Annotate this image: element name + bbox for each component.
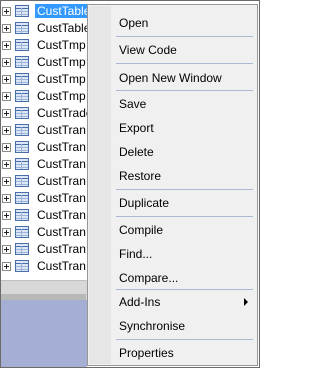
menu-item-add-ins[interactable]: Add-Ins xyxy=(119,295,160,309)
menu-separator xyxy=(116,63,253,64)
expand-icon[interactable] xyxy=(2,211,11,220)
menu-item-duplicate[interactable]: Duplicate xyxy=(119,196,169,210)
tree-node-label: CustTran xyxy=(37,174,86,188)
tree-node-label: CustTran xyxy=(37,140,86,154)
table-icon xyxy=(15,260,29,272)
tree-node[interactable]: CustTran xyxy=(1,224,87,241)
menu-item-open-new-window[interactable]: Open New Window xyxy=(119,71,222,85)
menu-item-open[interactable]: Open xyxy=(119,16,148,30)
tree-node-label: CustTran xyxy=(37,191,86,205)
expand-icon[interactable] xyxy=(2,245,11,254)
tree-node[interactable]: CustTran xyxy=(1,258,87,275)
table-icon xyxy=(15,22,29,34)
menu-item-compare[interactable]: Compare... xyxy=(119,271,178,285)
tree-node[interactable]: CustTran xyxy=(1,139,87,156)
tree-node-label: CustTran xyxy=(37,208,86,222)
menu-separator xyxy=(116,216,253,217)
tree-node-label: CustTran xyxy=(37,123,86,137)
table-icon xyxy=(15,124,29,136)
tree-node[interactable]: CustTran xyxy=(1,241,87,258)
property-pane-background xyxy=(1,300,87,367)
expand-icon[interactable] xyxy=(2,75,11,84)
menu-item-delete[interactable]: Delete xyxy=(119,145,154,159)
tree-node-label: CustTmp xyxy=(37,72,86,86)
tree-node-label: CustTable xyxy=(37,21,87,35)
expand-icon[interactable] xyxy=(2,262,11,271)
expand-icon[interactable] xyxy=(2,126,11,135)
menu-icon-gutter xyxy=(89,6,111,364)
tree-node-label: CustTmp xyxy=(37,55,86,69)
table-icon xyxy=(15,73,29,85)
tree-node[interactable]: CustTran xyxy=(1,173,87,190)
expand-icon[interactable] xyxy=(2,177,11,186)
table-icon xyxy=(15,158,29,170)
context-menu: Open View Code Open New Window Save Expo… xyxy=(87,4,258,366)
menu-separator xyxy=(116,339,253,340)
table-icon xyxy=(15,5,29,17)
table-icon xyxy=(15,175,29,187)
expand-icon[interactable] xyxy=(2,160,11,169)
menu-item-save[interactable]: Save xyxy=(119,97,146,111)
aot-tree[interactable]: CustTable CustTable CustTmp CustTmp Cust… xyxy=(1,1,87,279)
tree-node-label: CustTrade xyxy=(37,106,87,120)
tree-node-label: CustTran xyxy=(37,259,86,273)
tree-node[interactable]: CustTran xyxy=(1,156,87,173)
tree-node[interactable]: CustTran xyxy=(1,122,87,139)
tree-node[interactable]: CustTmp xyxy=(1,37,87,54)
menu-item-properties[interactable]: Properties xyxy=(119,346,174,360)
table-icon xyxy=(15,141,29,153)
tree-node[interactable]: CustTmp xyxy=(1,54,87,71)
table-icon xyxy=(15,209,29,221)
tree-status-bar xyxy=(1,280,87,295)
table-icon xyxy=(15,56,29,68)
table-icon xyxy=(15,39,29,51)
table-icon xyxy=(15,107,29,119)
expand-icon[interactable] xyxy=(2,194,11,203)
tree-node[interactable]: CustTran xyxy=(1,207,87,224)
tree-node-label: CustTable xyxy=(35,4,87,18)
menu-separator xyxy=(116,90,253,91)
tree-node[interactable]: CustTable xyxy=(1,20,87,37)
expand-icon[interactable] xyxy=(2,41,11,50)
expand-icon[interactable] xyxy=(2,109,11,118)
tree-node[interactable]: CustTrade xyxy=(1,105,87,122)
table-icon xyxy=(15,90,29,102)
table-icon xyxy=(15,226,29,238)
submenu-arrow-icon xyxy=(244,298,248,306)
table-icon xyxy=(15,243,29,255)
table-icon xyxy=(15,192,29,204)
menu-item-find[interactable]: Find... xyxy=(119,247,152,261)
menu-separator xyxy=(116,289,253,290)
expand-icon[interactable] xyxy=(2,7,11,16)
menu-item-compile[interactable]: Compile xyxy=(119,223,163,237)
tree-node[interactable]: CustTmp xyxy=(1,88,87,105)
expand-icon[interactable] xyxy=(2,143,11,152)
menu-separator xyxy=(116,36,253,37)
tree-node[interactable]: CustTmp xyxy=(1,71,87,88)
tree-node-label: CustTran xyxy=(37,242,86,256)
tree-node-label: CustTmp xyxy=(37,89,86,103)
expand-icon[interactable] xyxy=(2,228,11,237)
menu-item-view-code[interactable]: View Code xyxy=(119,43,177,57)
menu-item-synchronise[interactable]: Synchronise xyxy=(119,319,185,333)
tree-node-label: CustTmp xyxy=(37,38,86,52)
expand-icon[interactable] xyxy=(2,92,11,101)
tree-node[interactable]: CustTran xyxy=(1,190,87,207)
expand-icon[interactable] xyxy=(2,24,11,33)
menu-separator xyxy=(116,189,253,190)
tree-node-label: CustTran xyxy=(37,225,86,239)
menu-item-export[interactable]: Export xyxy=(119,121,154,135)
expand-icon[interactable] xyxy=(2,58,11,67)
tree-node[interactable]: CustTable xyxy=(1,3,87,20)
menu-item-restore[interactable]: Restore xyxy=(119,169,161,183)
tree-node-label: CustTran xyxy=(37,157,86,171)
